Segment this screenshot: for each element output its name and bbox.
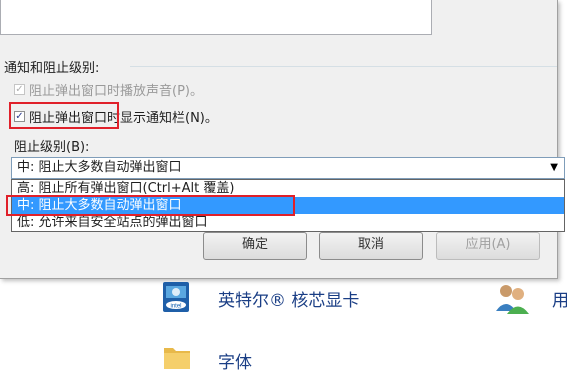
fonts-item[interactable]: 字体 [218, 348, 252, 373]
popup-blocker-settings-dialog: 通知和阻止级别: ✓ 阻止弹出窗口时播放声音(P)。 ✓ 阻止弹出窗口时显示通知… [0, 0, 565, 279]
intel-graphics-icon[interactable]: intel [160, 280, 192, 316]
fonts-folder-icon[interactable] [162, 342, 192, 370]
annotation-highlight-option [6, 195, 295, 216]
user-accounts-item[interactable]: 用 [552, 286, 567, 311]
blocking-level-value: 中: 阻止大多数自动弹出窗口 [17, 160, 182, 175]
play-sound-checkbox[interactable]: ✓ [14, 84, 25, 95]
blocking-level-select[interactable]: 中: 阻止大多数自动弹出窗口 ▼ [11, 157, 565, 179]
ok-button[interactable]: 确定 [203, 232, 307, 260]
annotation-highlight-checkbox [9, 102, 119, 129]
apply-button[interactable]: 应用(A) [436, 232, 540, 260]
play-sound-option[interactable]: ✓ 阻止弹出窗口时播放声音(P)。 [14, 80, 203, 99]
svg-text:intel: intel [170, 304, 181, 310]
exceptions-list-box[interactable] [0, 0, 432, 35]
level-option-low[interactable]: 低: 允许来自安全站点的弹出窗口 [12, 214, 564, 231]
play-sound-label: 阻止弹出窗口时播放声音(P)。 [29, 84, 203, 99]
blocking-level-label: 阻止级别(B): [14, 140, 90, 155]
chevron-down-icon[interactable]: ▼ [550, 158, 558, 178]
group-divider [130, 66, 557, 67]
intel-graphics-item[interactable]: 英特尔® 核芯显卡 [218, 286, 359, 311]
fonts-label: 字体 [218, 353, 252, 373]
users-icon[interactable] [494, 281, 530, 315]
notification-group-title: 通知和阻止级别: [4, 61, 100, 76]
cancel-button[interactable]: 取消 [319, 232, 423, 260]
intel-graphics-label: 英特尔® 核芯显卡 [218, 291, 360, 311]
user-accounts-label: 用 [552, 291, 567, 311]
